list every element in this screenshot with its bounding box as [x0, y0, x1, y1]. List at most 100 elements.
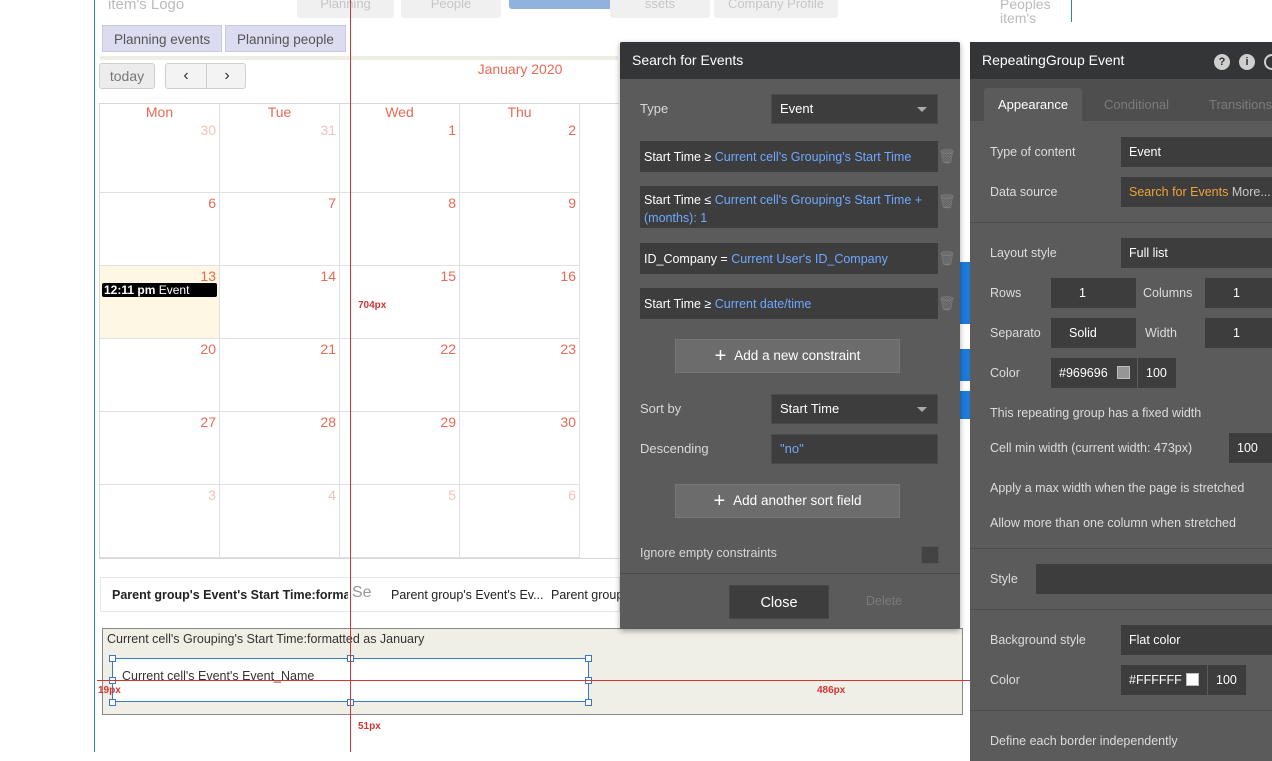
day-number: 20	[200, 341, 216, 357]
ghost-tab-people[interactable]: People	[401, 0, 501, 18]
tab-conditional[interactable]: Conditional	[1090, 88, 1183, 122]
day-number: 14	[320, 268, 336, 284]
add-constraint-button[interactable]: + Add a new constraint	[675, 339, 900, 373]
background-color-swatch[interactable]	[1186, 673, 1199, 686]
section-divider	[970, 609, 1272, 610]
calendar-day[interactable]: 20	[100, 339, 220, 412]
chevron-down-icon	[917, 407, 927, 412]
calendar-day[interactable]: 30	[460, 412, 580, 485]
ghost-tab-assets[interactable]: ssets	[610, 0, 710, 18]
ignore-empty-checkbox[interactable]	[921, 546, 939, 564]
calendar-day[interactable]: 6	[460, 485, 580, 558]
calendar-day[interactable]: 27	[100, 412, 220, 485]
calendar-day[interactable]: 9	[460, 193, 580, 266]
calendar-day[interactable]: 30	[100, 120, 220, 193]
divider	[100, 56, 618, 60]
event-pill[interactable]: 12:11 pm Event	[102, 283, 217, 297]
calendar-day[interactable]: 1	[340, 120, 460, 193]
color-opacity[interactable]: 100	[1138, 358, 1176, 388]
next-month-icon[interactable]: ›	[207, 64, 247, 88]
cell-min-input[interactable]: 100	[1229, 433, 1272, 463]
month-nav: ‹ ›	[165, 63, 246, 89]
text-event-name[interactable]: Parent group's Event's Ev...	[391, 588, 547, 602]
trash-icon[interactable]: 🗑	[938, 193, 956, 210]
constraint-row[interactable]: ID_Company = Current User's ID_Company	[640, 243, 938, 274]
separator-dropdown[interactable]: Solid	[1051, 318, 1136, 348]
calendar-day[interactable]: 31	[220, 120, 340, 193]
trash-icon[interactable]: 🗑	[938, 295, 956, 312]
color-swatch[interactable]	[1117, 366, 1130, 379]
resize-handle[interactable]	[585, 655, 592, 662]
calendar-day[interactable]: 22	[340, 339, 460, 412]
type-content-dropdown[interactable]: Event	[1121, 137, 1272, 167]
section-divider	[970, 548, 1272, 549]
tab-planning-events[interactable]: Planning events	[102, 25, 223, 52]
background-style-dropdown[interactable]: Flat color	[1121, 625, 1272, 655]
resize-handle[interactable]	[585, 699, 592, 706]
style-dropdown[interactable]	[1036, 564, 1272, 594]
background-color-label: Color	[990, 673, 1020, 687]
measure-704: 704px	[358, 300, 387, 311]
ghost-tab-company-profile[interactable]: Company Profile	[714, 0, 838, 18]
resize-handle[interactable]	[109, 655, 116, 662]
calendar-day[interactable]: 4	[220, 485, 340, 558]
day-number: 29	[440, 414, 456, 430]
calendar-day[interactable]: 13 12:11 pm Event	[100, 266, 220, 339]
tab-appearance[interactable]: Appearance	[984, 88, 1083, 122]
constraint-row[interactable]: Start Time ≤ Current cell's Grouping's S…	[640, 186, 938, 228]
canvas-border-left	[94, 0, 95, 752]
help-icon[interactable]: ?	[1214, 54, 1230, 70]
calendar-day[interactable]: 7	[220, 193, 340, 266]
tab-transitions[interactable]: Transitions	[1195, 88, 1272, 122]
calendar-day[interactable]: 29	[340, 412, 460, 485]
constraint-value[interactable]: Current User's ID_Company	[731, 252, 888, 266]
layout-style-dropdown[interactable]: Full list	[1121, 238, 1272, 268]
multi-column-label: Allow more than one column when stretche…	[990, 516, 1236, 530]
trash-icon[interactable]: 🗑	[938, 250, 956, 267]
resize-handle[interactable]	[109, 699, 116, 706]
columns-dropdown[interactable]: 1	[1205, 278, 1272, 308]
delete-button[interactable]: Delete	[866, 594, 902, 608]
background-color-opacity[interactable]: 100	[1208, 665, 1246, 695]
calendar-day[interactable]: 21	[220, 339, 340, 412]
group-title: Current cell's Grouping's Start Time:for…	[107, 632, 425, 646]
data-source-field[interactable]: Search for Events More...	[1121, 177, 1272, 207]
calendar-day[interactable]: 5	[340, 485, 460, 558]
info-icon[interactable]: i	[1239, 54, 1255, 70]
constraint-field: Start Time ≥	[644, 150, 712, 164]
calendar-day[interactable]: 14	[220, 266, 340, 339]
text-partial[interactable]: Se	[352, 584, 372, 602]
sort-dropdown[interactable]: Start Time	[771, 394, 938, 424]
day-header: Tue	[220, 104, 340, 120]
descending-input[interactable]: "no"	[771, 434, 938, 464]
calendar-day[interactable]: 2	[460, 120, 580, 193]
type-label: Type	[640, 101, 669, 116]
constraint-value[interactable]: Current date/time	[715, 297, 812, 311]
width-input[interactable]: 1	[1205, 318, 1272, 348]
close-button[interactable]: Close	[729, 585, 829, 619]
rows-dropdown[interactable]: 1	[1051, 278, 1136, 308]
calendar-day[interactable]: 23	[460, 339, 580, 412]
calendar-day[interactable]: 6	[100, 193, 220, 266]
editor-stage: item's Logo Planning People ssets Compan…	[0, 0, 1272, 761]
calendar-day[interactable]: 8	[340, 193, 460, 266]
constraint-row[interactable]: Start Time ≥ Current cell's Grouping's S…	[640, 141, 938, 172]
constraint-field: Start Time ≥	[644, 297, 712, 311]
calendar-day[interactable]: 28	[220, 412, 340, 485]
type-dropdown[interactable]: Event	[771, 94, 938, 124]
prev-month-icon[interactable]: ‹	[166, 64, 206, 88]
calendar-day[interactable]: 16	[460, 266, 580, 339]
ghost-tab-planning[interactable]: Planning	[297, 0, 394, 18]
trash-icon[interactable]: 🗑	[938, 148, 956, 165]
add-sort-button[interactable]: + Add another sort field	[675, 484, 900, 518]
day-number: 28	[320, 414, 336, 430]
search-panel-title[interactable]: Search for Events	[620, 42, 960, 79]
tab-planning-people[interactable]: Planning people	[225, 25, 346, 52]
text-start-time[interactable]: Parent group's Event's Start Time:forma.…	[112, 588, 348, 602]
constraint-row[interactable]: Start Time ≥ Current date/time	[640, 288, 938, 319]
constraint-value[interactable]: Current cell's Grouping's Start Time	[715, 150, 912, 164]
text-parent[interactable]: Parent group	[551, 588, 621, 602]
calendar-day[interactable]: 3	[100, 485, 220, 558]
today-button[interactable]: today	[99, 63, 155, 89]
layout-style-label: Layout style	[990, 246, 1057, 260]
